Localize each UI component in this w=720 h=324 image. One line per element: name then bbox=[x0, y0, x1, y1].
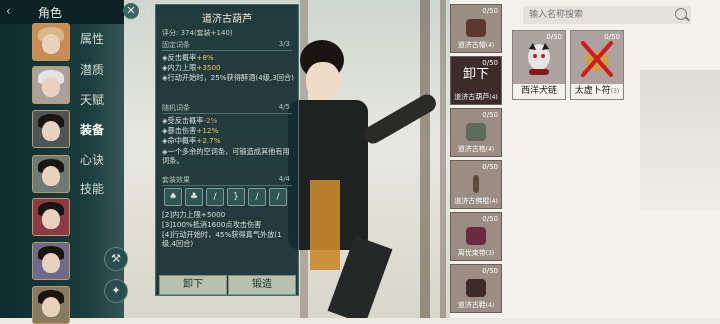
staff-icon bbox=[473, 175, 479, 193]
equipped-slot-selected[interactable]: 0/50 卸下 道济古葫芦(4) bbox=[450, 56, 502, 105]
item-title: 道济古葫芦 bbox=[202, 14, 252, 25]
dog-chain-icon bbox=[528, 43, 550, 75]
belt-icon bbox=[466, 227, 486, 245]
hat-icon bbox=[466, 19, 486, 37]
equipped-slot[interactable]: 0/50 离忧束带(3) bbox=[450, 212, 502, 261]
character-avatar[interactable] bbox=[32, 23, 70, 61]
sidebar-item-mind-skill[interactable]: 心诀 bbox=[80, 151, 104, 168]
sidebar-item-talent[interactable]: 天赋 bbox=[80, 91, 104, 108]
sidebar-item-equipment[interactable]: 装备 bbox=[80, 121, 104, 138]
character-avatar[interactable] bbox=[32, 242, 70, 280]
sidebar-title: 角色 bbox=[38, 6, 63, 20]
anvil-icon[interactable]: ⚒ bbox=[104, 247, 128, 271]
fixed-stats-title: 固定词条 bbox=[162, 41, 190, 49]
character-avatar[interactable] bbox=[32, 66, 70, 104]
set-bonus-count: 4/4 bbox=[278, 175, 290, 183]
search-input[interactable] bbox=[529, 7, 669, 23]
sidebar-item-potential[interactable]: 潜质 bbox=[80, 61, 104, 78]
random-stat: ◈受反击概率-2% bbox=[162, 116, 218, 125]
character-figure bbox=[280, 40, 440, 318]
random-stats-count: 4/5 bbox=[278, 103, 290, 111]
inventory-item[interactable]: 0/50 西洋犬链 bbox=[512, 30, 566, 100]
set-bonus-line: [3]100%抵消1600点攻击伤害 bbox=[162, 220, 262, 229]
set-bonus-line: [4]行动开始时，45%获得真气外放(1级,4回合) bbox=[162, 230, 282, 248]
set-piece-icon[interactable]: ♠ bbox=[164, 188, 182, 206]
set-piece-icon[interactable]: / bbox=[248, 188, 266, 206]
fixed-stat: ◈反击概率+8% bbox=[162, 53, 214, 62]
forge-button[interactable]: 锻造 bbox=[228, 275, 296, 295]
shoes-icon bbox=[466, 279, 486, 297]
random-stat: ◈一个多余的空词条，可锻造成其他有用词条。 bbox=[162, 147, 290, 165]
unequip-button[interactable]: 卸下 bbox=[159, 275, 227, 295]
search-icon[interactable] bbox=[675, 8, 687, 20]
random-stat: ◈命中概率+2.7% bbox=[162, 136, 221, 145]
search-bar bbox=[523, 6, 691, 24]
close-icon[interactable]: ✕ bbox=[123, 3, 139, 19]
equipped-slot[interactable]: 0/50 道济古帽(4) bbox=[450, 4, 502, 53]
talisman-icon bbox=[581, 41, 613, 77]
equipped-slot[interactable]: 0/50 道济古袍(4) bbox=[450, 108, 502, 157]
sidebar-header: ‹ 角色 bbox=[0, 0, 124, 24]
inventory-item[interactable]: 0/50 太虚卜符(3) bbox=[570, 30, 624, 100]
character-avatar[interactable] bbox=[32, 110, 70, 148]
character-avatar[interactable] bbox=[32, 286, 70, 324]
back-icon[interactable]: ‹ bbox=[6, 4, 11, 18]
fixed-stats-count: 3/3 bbox=[278, 40, 290, 48]
set-piece-icon[interactable]: } bbox=[227, 188, 245, 206]
item-score: 评分: 374(套装+140) bbox=[162, 29, 233, 37]
sidebar-item-skills[interactable]: 技能 bbox=[80, 180, 104, 197]
broom-icon[interactable]: ✦ bbox=[104, 279, 128, 303]
set-piece-icon[interactable]: / bbox=[206, 188, 224, 206]
set-bonus-line: [2]内力上限+5000 bbox=[162, 210, 226, 219]
set-piece-icon[interactable]: / bbox=[269, 188, 287, 206]
robe-icon bbox=[466, 123, 486, 141]
equipped-slot[interactable]: 0/50 道济古鞋(4) bbox=[450, 264, 502, 313]
fixed-stat: ◈行动开始时，25%获得醉酒(4级,3回合) bbox=[162, 73, 294, 82]
set-bonus-title: 套装效果 bbox=[162, 176, 190, 184]
character-avatar[interactable] bbox=[32, 155, 70, 193]
set-piece-icon[interactable]: ♣ bbox=[185, 188, 203, 206]
fixed-stat: ◈内力上限+3500 bbox=[162, 63, 221, 72]
equipped-slot[interactable]: 0/50 道济古佛棍(4) bbox=[450, 160, 502, 209]
random-stats-title: 随机词条 bbox=[162, 104, 190, 112]
random-stat: ◈暴击伤害+12% bbox=[162, 126, 219, 135]
item-detail-panel: 道济古葫芦 评分: 374(套装+140) 固定词条 3/3 ◈反击概率+8% … bbox=[155, 4, 299, 296]
sidebar-item-attributes[interactable]: 属性 bbox=[80, 30, 104, 47]
character-avatar[interactable] bbox=[32, 198, 70, 236]
unequip-label[interactable]: 卸下 bbox=[451, 67, 501, 82]
